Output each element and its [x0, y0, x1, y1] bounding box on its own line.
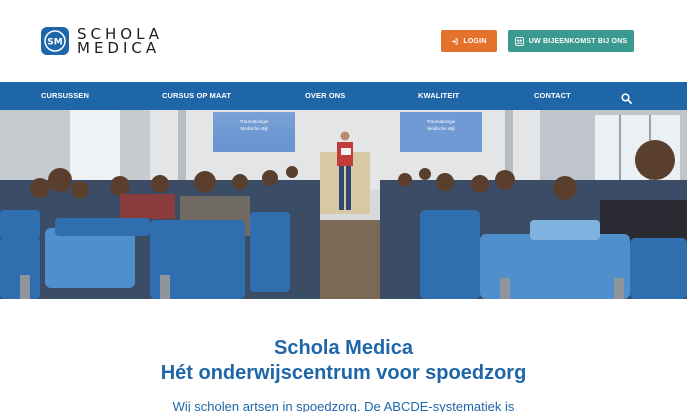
- logo-line-2: MEDICA: [77, 39, 161, 57]
- meeting-button[interactable]: UW BIJEENKOMST BIJ ONS: [508, 30, 634, 52]
- logo-wordmark: SCHOLA MEDICA: [77, 27, 163, 57]
- login-label: LOGIN: [463, 37, 487, 45]
- logo-mark-icon: SM: [41, 27, 69, 55]
- login-button[interactable]: LOGIN: [441, 30, 497, 52]
- search-icon[interactable]: [621, 91, 632, 104]
- intro-text: Wij scholen artsen in spoedzorg. De ABCD…: [172, 399, 515, 412]
- nav-item-over-ons[interactable]: OVER ONS: [305, 82, 345, 110]
- slide-right: [400, 112, 482, 152]
- hero-image: Traumatologie Medische stijl Traumatolog…: [0, 110, 687, 299]
- page-title: Schola Medica: [274, 337, 413, 359]
- site-header: SM SCHOLA MEDICA LOGIN UW BIJEENKOMST BI…: [0, 0, 687, 82]
- svg-text:Medische stijl: Medische stijl: [240, 126, 267, 131]
- logo[interactable]: SM SCHOLA MEDICA: [41, 26, 163, 56]
- nav-item-cursussen[interactable]: CURSUSSEN: [41, 82, 89, 110]
- nav-item-kwaliteit[interactable]: KWALITEIT: [418, 82, 459, 110]
- nav-item-cursus-op-maat[interactable]: CURSUS OP MAAT: [162, 82, 231, 110]
- logo-monogram: SM: [47, 38, 62, 48]
- nav-item-contact[interactable]: CONTACT: [534, 82, 571, 110]
- lecture-hall-illustration: Traumatologie Medische stijl Traumatolog…: [0, 110, 687, 299]
- svg-text:Medische stijl: Medische stijl: [427, 126, 454, 131]
- svg-text:Traumatologie: Traumatologie: [240, 119, 269, 124]
- page-subtitle: Hét onderwijscentrum voor spoedzorg: [160, 362, 527, 384]
- svg-text:Traumatologie: Traumatologie: [427, 119, 456, 124]
- main-nav: CURSUSSEN CURSUS OP MAAT OVER ONS KWALIT…: [0, 82, 687, 110]
- meeting-label: UW BIJEENKOMST BIJ ONS: [528, 37, 628, 45]
- sign-in-icon: [451, 37, 459, 45]
- meeting-icon: [514, 36, 524, 46]
